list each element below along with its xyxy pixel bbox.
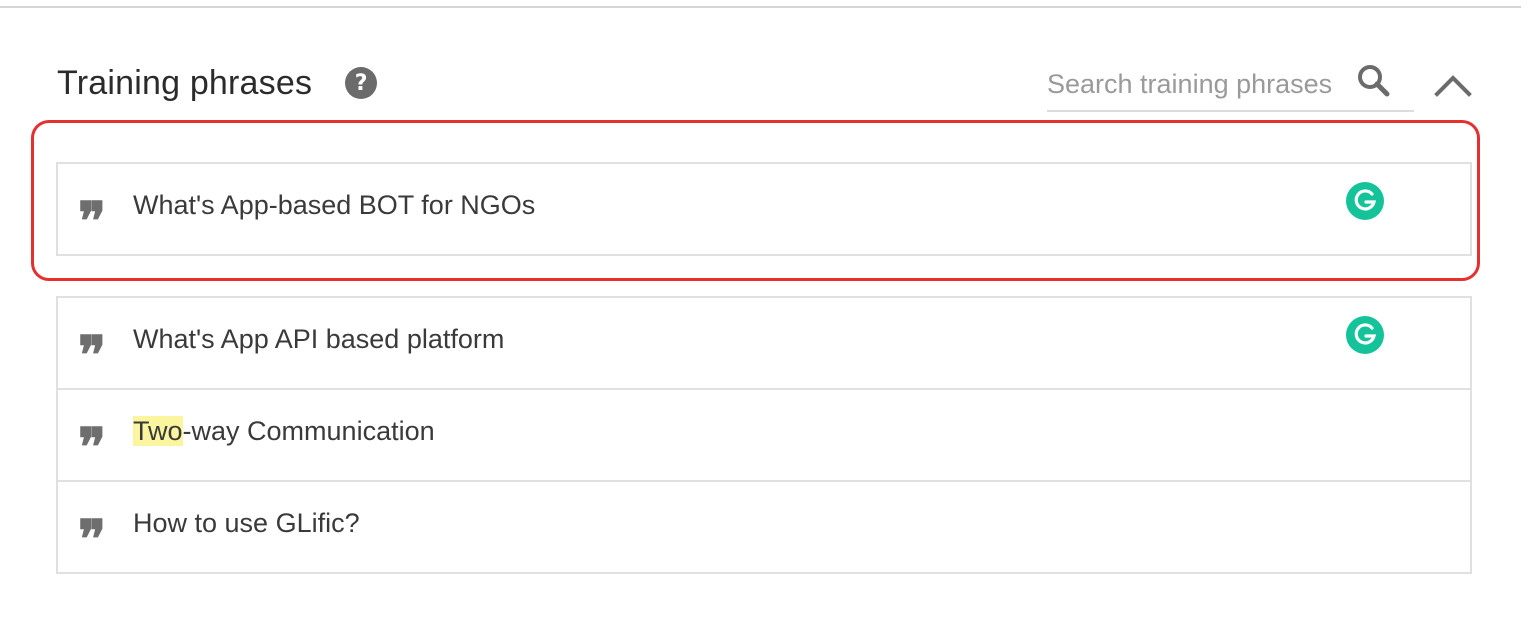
phrase-text[interactable]: Two-way Communication xyxy=(133,416,435,447)
phrase-row[interactable]: ❞ Two-way Communication xyxy=(56,388,1472,482)
phrase-row[interactable]: ❞ What's App API based platform xyxy=(56,296,1472,390)
chevron-up-icon[interactable] xyxy=(1432,66,1474,108)
section-header: Training phrases ? xyxy=(57,58,378,108)
search-field xyxy=(1047,58,1414,112)
top-divider xyxy=(0,6,1521,8)
quote-icon: ❞ xyxy=(78,325,106,386)
search-icon[interactable] xyxy=(1354,62,1394,102)
search-input[interactable] xyxy=(1047,68,1347,100)
quote-icon: ❞ xyxy=(78,509,106,570)
highlight-annotation-box xyxy=(31,120,1480,281)
section-title: Training phrases xyxy=(57,63,313,102)
quote-icon: ❞ xyxy=(78,417,106,478)
phrase-text[interactable]: How to use GLific? xyxy=(133,508,360,539)
help-circle-icon[interactable]: ? xyxy=(345,67,378,99)
training-phrases-panel: Training phrases ? ❞ What's App-based BO… xyxy=(0,0,1530,644)
phrase-text[interactable]: What's App API based platform xyxy=(133,324,504,355)
phrase-text-rest: -way Communication xyxy=(182,416,435,446)
grammarly-icon[interactable] xyxy=(1345,315,1385,355)
highlighted-entity[interactable]: Two xyxy=(133,416,183,446)
phrase-row[interactable]: ❞ How to use GLific? xyxy=(56,480,1472,574)
